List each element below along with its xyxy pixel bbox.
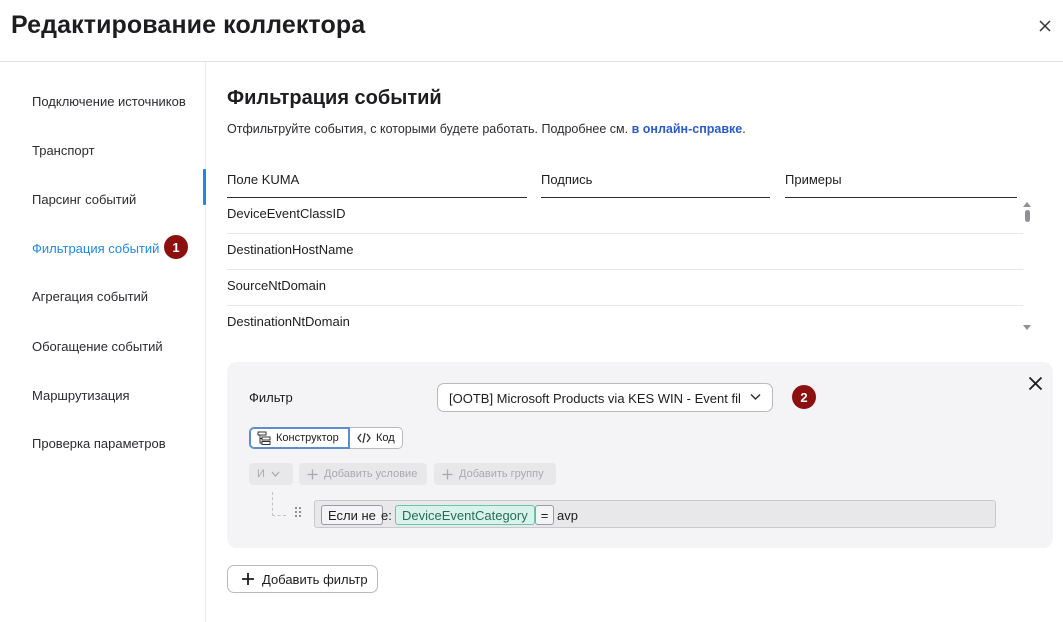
sidebar-item-enrichment[interactable]: Обогащение событий <box>32 339 163 354</box>
operator-chip[interactable]: = <box>535 505 554 525</box>
logic-operator-select[interactable]: И <box>249 463 293 485</box>
tree-structure-icon <box>257 431 271 445</box>
plus-icon <box>442 469 453 479</box>
condition-row[interactable]: Если не e: DeviceEventCategory = avp <box>314 500 996 528</box>
field-chip[interactable]: DeviceEventCategory <box>395 505 535 525</box>
drag-handle-icon[interactable] <box>294 506 302 518</box>
close-icon[interactable] <box>1033 14 1057 38</box>
dialog-title: Редактирование коллектора <box>11 11 366 39</box>
step-badge-1: 1 <box>164 235 188 259</box>
sidebar-item-parsing[interactable]: Парсинг событий <box>32 192 136 207</box>
page-description: Отфильтруйте события, с которыми будете … <box>227 122 746 136</box>
table-row[interactable]: DeviceEventClassID <box>227 198 1023 234</box>
tree-connector <box>272 492 286 516</box>
column-header-label: Подпись <box>541 172 770 198</box>
page-title: Фильтрация событий <box>227 87 442 109</box>
column-header-examples: Примеры <box>785 172 1017 198</box>
column-header-kuma-field: Поле KUMA <box>227 172 527 198</box>
dialog-header: Редактирование коллектора <box>0 0 1063 62</box>
scroll-up-icon[interactable] <box>1022 200 1032 210</box>
chevron-down-icon <box>750 393 761 401</box>
description-end: . <box>742 122 746 136</box>
filter-label: Фильтр <box>249 390 293 405</box>
sidebar-item-transport[interactable]: Транспорт <box>32 143 95 158</box>
plus-icon <box>307 469 318 479</box>
description-text: Отфильтруйте события, с которыми будете … <box>227 122 632 136</box>
active-indicator <box>203 169 206 205</box>
condition-value[interactable]: avp <box>557 505 578 525</box>
negation-chip[interactable]: Если не <box>321 505 383 525</box>
chevron-down-icon <box>271 471 280 477</box>
logic-operator-value: И <box>257 468 265 480</box>
sidebar-item-filtering[interactable]: Фильтрация событий <box>32 241 159 256</box>
scroll-down-icon[interactable] <box>1022 322 1032 332</box>
tab-builder[interactable]: Конструктор <box>249 427 350 449</box>
table-row[interactable]: DestinationHostName <box>227 234 1023 270</box>
condition-prefix: e: <box>381 507 392 523</box>
filter-select-value: [OOTB] Microsoft Products via KES WIN - … <box>449 391 741 406</box>
scrollbar-thumb[interactable] <box>1025 210 1030 222</box>
step-badge-2: 2 <box>792 385 816 409</box>
filter-select[interactable]: [OOTB] Microsoft Products via KES WIN - … <box>437 383 773 412</box>
plus-icon <box>242 573 254 585</box>
table-row[interactable]: SourceNtDomain <box>227 270 1023 306</box>
help-link[interactable]: в онлайн-справке <box>632 122 743 136</box>
remove-filter-icon[interactable] <box>1025 373 1045 393</box>
sidebar-item-routing[interactable]: Маршрутизация <box>32 388 130 403</box>
tab-code[interactable]: Код <box>350 427 403 449</box>
add-filter-label: Добавить фильтр <box>262 571 368 587</box>
add-condition-button[interactable]: Добавить условие <box>299 463 427 485</box>
tab-code-label: Код <box>376 432 395 444</box>
tab-builder-label: Конструктор <box>276 432 339 444</box>
add-group-button[interactable]: Добавить группу <box>434 463 556 485</box>
add-group-label: Добавить группу <box>459 468 544 480</box>
sidebar-item-aggregation[interactable]: Агрегация событий <box>32 289 148 304</box>
sidebar-item-validation[interactable]: Проверка параметров <box>32 436 166 451</box>
sidebar-item-sources[interactable]: Подключение источников <box>32 94 186 109</box>
add-filter-button[interactable]: Добавить фильтр <box>227 565 378 593</box>
table-row[interactable]: DestinationNtDomain <box>227 306 1023 342</box>
add-condition-label: Добавить условие <box>324 468 418 480</box>
code-icon <box>357 432 371 444</box>
